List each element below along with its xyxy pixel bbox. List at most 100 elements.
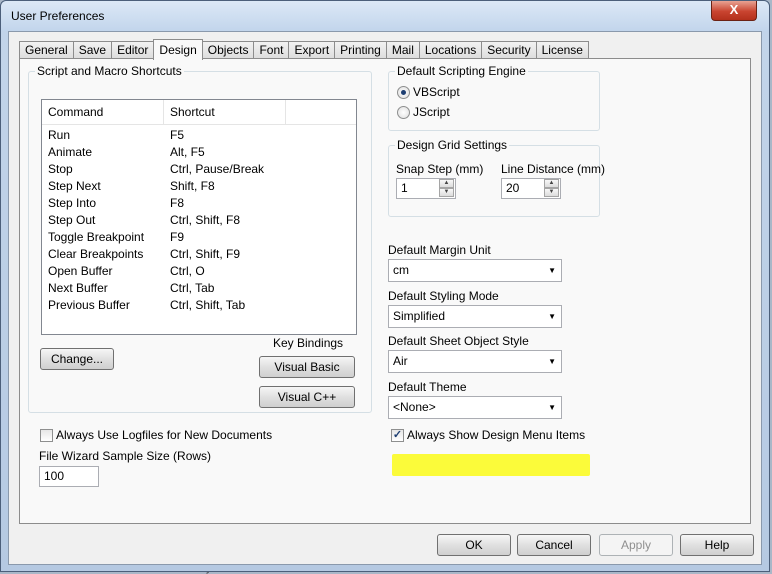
sheet-style-value: Air: [393, 354, 408, 368]
margin-unit-label: Default Margin Unit: [388, 243, 491, 257]
arrow-down-icon: ▼: [548, 189, 555, 195]
sheet-style-label: Default Sheet Object Style: [388, 334, 529, 348]
snap-step-down-button[interactable]: ▼: [439, 188, 454, 197]
change-button[interactable]: Change...: [40, 348, 114, 370]
tab-design[interactable]: Design: [153, 39, 203, 60]
shortcut-cell: F9: [170, 230, 185, 244]
highlight-marker: [392, 454, 590, 476]
line-distance-spinner: ▲ ▼: [544, 179, 559, 198]
tab-editor[interactable]: Editor: [111, 41, 155, 59]
design-grid-title: Design Grid Settings: [395, 138, 510, 152]
table-row[interactable]: Toggle Breakpoint F9: [42, 229, 356, 246]
vbscript-label[interactable]: VBScript: [413, 85, 460, 99]
user-preferences-dialog: User Preferences X General Save Editor Desi…: [0, 0, 770, 572]
line-distance-up-button[interactable]: ▲: [544, 179, 559, 188]
table-row[interactable]: Previous Buffer Ctrl, Shift, Tab: [42, 297, 356, 314]
shortcut-cell: Ctrl, Tab: [170, 281, 215, 295]
design-menu-label[interactable]: Always Show Design Menu Items: [407, 428, 585, 442]
margin-unit-select[interactable]: cm ▼: [388, 259, 562, 282]
shortcut-cell: Alt, F5: [170, 145, 205, 159]
design-menu-checkbox[interactable]: ✓: [391, 429, 404, 442]
logfiles-checkbox[interactable]: [40, 429, 53, 442]
shortcuts-group: Script and Macro Shortcuts Command Short…: [28, 64, 372, 413]
line-distance-label: Line Distance (mm): [501, 162, 606, 176]
shortcut-cell: Ctrl, Shift, Tab: [170, 298, 246, 312]
visual-cpp-button[interactable]: Visual C++: [259, 386, 355, 408]
scripting-engine-group: Default Scripting Engine VBScript JScrip…: [388, 64, 600, 131]
command-cell: Next Buffer: [48, 281, 108, 295]
jscript-radio[interactable]: [397, 106, 410, 119]
tab-license[interactable]: License: [535, 41, 589, 59]
close-button[interactable]: X: [711, 1, 757, 21]
shortcut-cell: Shift, F8: [170, 179, 215, 193]
checkmark-icon: ✓: [392, 429, 403, 441]
dialog-client-area: General Save Editor Design Objects Font Export…: [8, 31, 762, 565]
tab-strip: General Save Editor Design Objects Font Export…: [19, 39, 589, 60]
tab-objects[interactable]: Objects: [201, 41, 255, 59]
column-header-command[interactable]: Command: [42, 100, 164, 124]
jscript-label[interactable]: JScript: [413, 105, 450, 119]
styling-mode-select[interactable]: Simplified ▼: [388, 305, 562, 328]
table-row[interactable]: Step Next Shift, F8: [42, 178, 356, 195]
tab-security[interactable]: Security: [481, 41, 537, 59]
margin-unit-value: cm: [393, 263, 409, 277]
chevron-down-icon: ▼: [548, 403, 556, 412]
shortcuts-list-header: Command Shortcut: [42, 100, 356, 125]
chevron-down-icon: ▼: [548, 266, 556, 275]
visual-basic-button[interactable]: Visual Basic: [259, 356, 355, 378]
snap-step-label: Snap Step (mm): [396, 162, 484, 176]
snap-step-up-button[interactable]: ▲: [439, 179, 454, 188]
ok-button[interactable]: OK: [437, 534, 511, 556]
shortcut-cell: Ctrl, Shift, F9: [170, 247, 241, 261]
command-cell: Step Into: [48, 196, 97, 210]
apply-button[interactable]: Apply: [599, 534, 673, 556]
cancel-button[interactable]: Cancel: [517, 534, 591, 556]
command-cell: Stop: [48, 162, 73, 176]
table-row[interactable]: Animate Alt, F5: [42, 144, 356, 161]
theme-label: Default Theme: [388, 380, 467, 394]
shortcut-cell: Ctrl, Pause/Break: [170, 162, 265, 176]
command-cell: Step Next: [48, 179, 101, 193]
line-distance-down-button[interactable]: ▼: [544, 188, 559, 197]
table-row[interactable]: Run F5: [42, 127, 356, 144]
shortcuts-group-title: Script and Macro Shortcuts: [35, 64, 184, 78]
table-row[interactable]: Open Buffer Ctrl, O: [42, 263, 356, 280]
vbscript-radio[interactable]: [397, 86, 410, 99]
shortcut-cell: Ctrl, Shift, F8: [170, 213, 241, 227]
tab-locations[interactable]: Locations: [418, 41, 483, 59]
tab-general[interactable]: General: [19, 41, 74, 59]
tab-export[interactable]: Export: [288, 41, 336, 59]
table-row[interactable]: Next Buffer Ctrl, Tab: [42, 280, 356, 297]
snap-step-spinner: ▲ ▼: [439, 179, 454, 198]
styling-mode-label: Default Styling Mode: [388, 289, 499, 303]
theme-value: <None>: [393, 400, 436, 414]
tab-save[interactable]: Save: [72, 41, 113, 59]
key-bindings-label: Key Bindings: [273, 336, 344, 350]
arrow-down-icon: ▼: [443, 189, 450, 195]
logfiles-label[interactable]: Always Use Logfiles for New Documents: [56, 428, 272, 442]
sample-size-input[interactable]: 100: [39, 466, 99, 487]
arrow-up-icon: ▲: [548, 180, 555, 186]
tab-mail[interactable]: Mail: [385, 41, 420, 59]
sample-size-label: File Wizard Sample Size (Rows): [39, 449, 212, 463]
table-row[interactable]: Stop Ctrl, Pause/Break: [42, 161, 356, 178]
shortcut-cell: Ctrl, O: [170, 264, 205, 278]
table-row[interactable]: Step Into F8: [42, 195, 356, 212]
command-cell: Clear Breakpoints: [48, 247, 144, 261]
sheet-style-select[interactable]: Air ▼: [388, 350, 562, 373]
command-cell: Step Out: [48, 213, 96, 227]
table-row[interactable]: Step Out Ctrl, Shift, F8: [42, 212, 356, 229]
chevron-down-icon: ▼: [548, 357, 556, 366]
shortcut-cell: F5: [170, 128, 185, 142]
table-row[interactable]: Clear Breakpoints Ctrl, Shift, F9: [42, 246, 356, 263]
tab-font[interactable]: Font: [253, 41, 290, 59]
design-tab-page: Script and Macro Shortcuts Command Short…: [19, 58, 751, 524]
shortcuts-list[interactable]: Command Shortcut Run F5 Animate Alt, F5 Stop…: [41, 99, 357, 335]
theme-select[interactable]: <None> ▼: [388, 396, 562, 419]
title-bar[interactable]: User Preferences X: [1, 1, 769, 31]
shortcut-cell: F8: [170, 196, 185, 210]
command-cell: Run: [48, 128, 71, 142]
tab-printing[interactable]: Printing: [334, 41, 387, 59]
help-button[interactable]: Help: [680, 534, 754, 556]
column-header-shortcut[interactable]: Shortcut: [164, 100, 286, 124]
